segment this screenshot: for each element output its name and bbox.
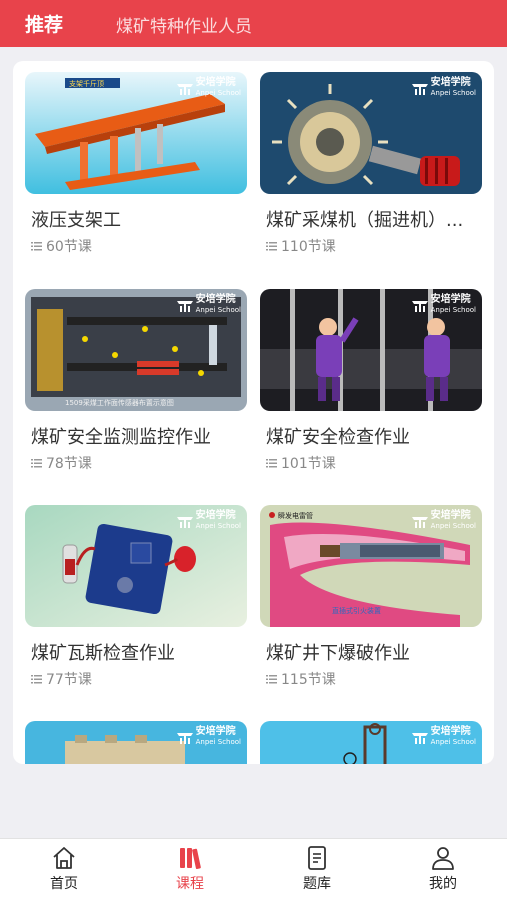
course-thumbnail[interactable]: 安培学院 Anpei School: [260, 721, 482, 764]
anpei-logo: 安培学院 Anpei School: [176, 727, 241, 747]
course-card[interactable]: 安培学院 Anpei School: [260, 721, 482, 764]
top-bar: 推荐 煤矿特种作业人员: [0, 0, 507, 47]
course-thumbnail[interactable]: 安培学院 Anpei School: [260, 72, 482, 194]
course-card[interactable]: 安培学院 Anpei School 煤矿采煤机（掘进机）... 110节课: [260, 72, 482, 256]
list-icon: [31, 675, 42, 684]
anpei-logo-icon: [176, 301, 193, 312]
course-card[interactable]: 安培学院 Anpei School 煤矿瓦斯检查作业 77节课: [25, 505, 247, 689]
anpei-logo-icon: [176, 733, 193, 744]
anpei-logo: 安培学院 Anpei School: [411, 78, 476, 98]
list-icon: [266, 242, 277, 251]
course-thumbnail[interactable]: 瞬发电雷管 直插式引火装置 安培学院 Anpei School: [260, 505, 482, 627]
home-icon: [53, 847, 75, 869]
anpei-logo-icon: [176, 517, 193, 528]
thumb-caption-2: 直插式引火装置: [332, 606, 381, 615]
nav-courses-label: 课程: [176, 876, 204, 892]
tab-recommend[interactable]: 推荐: [25, 10, 63, 37]
anpei-logo-icon: [176, 84, 193, 95]
lesson-count: 101节课: [260, 453, 482, 473]
anpei-logo: 安培学院 Anpei School: [176, 78, 241, 98]
course-title[interactable]: 煤矿安全检查作业: [260, 423, 482, 449]
course-card[interactable]: 瞬发电雷管 直插式引火装置 安培学院 Anpei School 煤矿井下爆破作业 …: [260, 505, 482, 689]
nav-courses[interactable]: 课程: [150, 845, 230, 893]
lesson-count: 60节课: [25, 236, 247, 256]
person-icon: [432, 847, 454, 870]
bottom-navigation: 首页 课程 题库 我的: [0, 838, 507, 901]
nav-home[interactable]: 首页: [24, 845, 104, 893]
course-thumbnail[interactable]: 1509采煤工作面传感器布置示意图 安培学院 Anpei School: [25, 289, 247, 411]
anpei-logo: 安培学院 Anpei School: [176, 295, 241, 315]
course-title[interactable]: 煤矿瓦斯检查作业: [25, 639, 247, 665]
lesson-count: 78节课: [25, 453, 247, 473]
anpei-logo: 安培学院 Anpei School: [411, 511, 476, 531]
anpei-logo: 安培学院 Anpei School: [176, 511, 241, 531]
anpei-logo-icon: [411, 733, 428, 744]
books-icon: [180, 848, 201, 870]
course-card[interactable]: 安培学院 Anpei School: [25, 721, 247, 764]
thumb-caption: 支架千斤顶: [69, 79, 104, 88]
course-card[interactable]: 1509采煤工作面传感器布置示意图 安培学院 Anpei School 煤矿安全监…: [25, 289, 247, 473]
thumb-caption: 1509采煤工作面传感器布置示意图: [65, 398, 174, 407]
nav-profile-label: 我的: [429, 876, 457, 892]
list-icon: [31, 242, 42, 251]
lesson-count: 115节课: [260, 669, 482, 689]
course-card[interactable]: 安培学院 Anpei School 煤矿安全检查作业 101节课: [260, 289, 482, 473]
anpei-logo: 安培学院 Anpei School: [411, 295, 476, 315]
tab-coal-mine-special-operators[interactable]: 煤矿特种作业人员: [116, 12, 252, 37]
nav-question-bank-label: 题库: [303, 876, 331, 892]
anpei-logo: 安培学院 Anpei School: [411, 727, 476, 747]
course-card[interactable]: 支架千斤顶 安培学院 Anpei School 液压支架工 60节课: [25, 72, 247, 256]
course-title[interactable]: 煤矿安全监测监控作业: [25, 423, 247, 449]
list-icon: [266, 675, 277, 684]
list-icon: [31, 459, 42, 468]
anpei-logo-icon: [411, 301, 428, 312]
course-thumbnail[interactable]: 安培学院 Anpei School: [25, 505, 247, 627]
document-icon: [308, 846, 326, 870]
anpei-logo-icon: [411, 517, 428, 528]
nav-profile[interactable]: 我的: [403, 845, 483, 893]
lesson-count: 77节课: [25, 669, 247, 689]
course-thumbnail[interactable]: 安培学院 Anpei School: [260, 289, 482, 411]
course-grid: 支架千斤顶 安培学院 Anpei School 液压支架工 60节课 安培学院 …: [13, 61, 494, 764]
lesson-count: 110节课: [260, 236, 482, 256]
course-title[interactable]: 煤矿井下爆破作业: [260, 639, 482, 665]
course-thumbnail[interactable]: 安培学院 Anpei School: [25, 721, 247, 764]
list-icon: [266, 459, 277, 468]
course-thumbnail[interactable]: 支架千斤顶 安培学院 Anpei School: [25, 72, 247, 194]
course-title[interactable]: 液压支架工: [25, 206, 247, 232]
thumb-caption: 瞬发电雷管: [278, 511, 313, 520]
course-title[interactable]: 煤矿采煤机（掘进机）...: [260, 206, 482, 232]
nav-question-bank[interactable]: 题库: [277, 845, 357, 893]
nav-home-label: 首页: [50, 876, 78, 892]
anpei-logo-icon: [411, 84, 428, 95]
